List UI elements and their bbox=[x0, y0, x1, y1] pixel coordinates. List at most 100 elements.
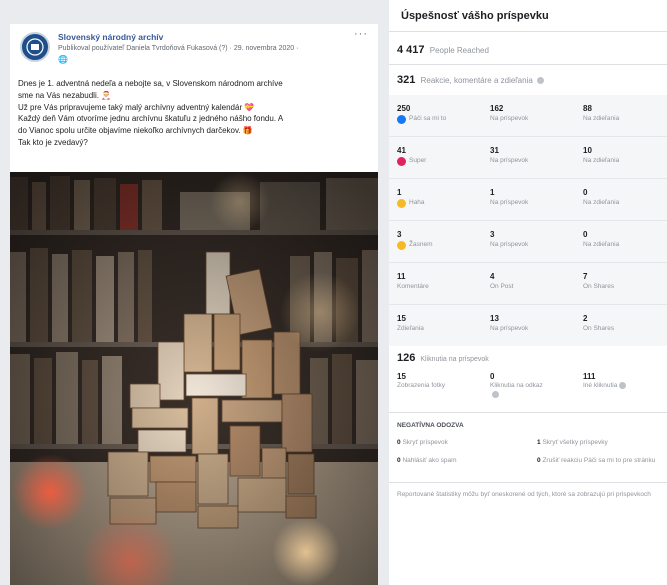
globe-icon: 🌐 bbox=[58, 55, 68, 64]
grid-cell: 31 Na príspevok bbox=[482, 137, 574, 178]
cell-value: 88 bbox=[583, 104, 592, 113]
other-clicks-label-text: Iné kliknutia bbox=[583, 382, 618, 389]
photo-views-value: 15 bbox=[397, 372, 406, 381]
info-icon[interactable] bbox=[619, 381, 627, 389]
cell-label: Žasnem bbox=[397, 240, 481, 250]
unlike-page-label: Zrušiť reakciu Páči sa mi to pre stránku bbox=[542, 457, 656, 464]
people-reached: 4 417 People Reached bbox=[397, 44, 489, 56]
post-text-line: Tak kto je zvedavý? bbox=[18, 137, 88, 147]
cell-label: Na zdieľania bbox=[583, 115, 620, 122]
facebook-post-insights: Slovenský národný archív Publikoval použ… bbox=[0, 0, 667, 585]
hide-all-posts: 1 Skryť všetky príspevky bbox=[537, 438, 608, 447]
grid-cell-comments: 11 Komentáre bbox=[389, 263, 481, 304]
grid-cell: 1 Na príspevok bbox=[482, 179, 574, 220]
hide-post-value: 0 bbox=[397, 439, 401, 446]
report-spam-value: 0 bbox=[397, 457, 401, 464]
cell-value: 0 bbox=[583, 230, 588, 239]
post-text-line: sme na Vás nezabudli. 🎅 bbox=[18, 90, 112, 100]
cell-value: 0 bbox=[583, 188, 588, 197]
hide-post: 0 Skryť príspevok bbox=[397, 438, 448, 447]
unlike-page-value: 0 bbox=[537, 457, 541, 464]
negative-feedback-title: NEGATÍVNA ODOZVA bbox=[397, 422, 464, 429]
love-icon bbox=[397, 156, 406, 166]
info-icon[interactable] bbox=[537, 77, 544, 85]
panel-title: Úspešnosť vášho príspevku bbox=[401, 10, 549, 22]
grid-cell: 10 Na zdieľania bbox=[575, 137, 667, 178]
cell-label: Na príspevok bbox=[490, 115, 529, 122]
cell-value: 10 bbox=[583, 146, 592, 155]
archive-boxes-photo bbox=[10, 172, 378, 585]
cell-label: Haha bbox=[397, 198, 481, 208]
cell-value: 250 bbox=[397, 104, 411, 113]
cell-value: 41 bbox=[397, 146, 406, 155]
cell-label: On Post bbox=[490, 283, 514, 290]
cell-label-text: Páči sa mi to bbox=[409, 115, 447, 122]
report-spam-label: Nahlásiť ako spam bbox=[402, 457, 457, 464]
post-meta: Publikoval používateľ Daniela Tvrdoňová … bbox=[58, 45, 299, 52]
post-clicks-label: Kliknutia na príspevok bbox=[420, 356, 489, 363]
cell-label-text: Haha bbox=[409, 199, 425, 206]
report-spam: 0 Nahlásiť ako spam bbox=[397, 456, 457, 465]
grid-cell-like: 250 Páči sa mi to bbox=[389, 95, 481, 136]
post-card: Slovenský národný archív Publikoval použ… bbox=[10, 24, 378, 585]
cell-value: 15 bbox=[397, 314, 406, 323]
cell-label: Zdieľania bbox=[397, 325, 424, 332]
post-insights-panel: Úspešnosť vášho príspevku 4 417 People R… bbox=[389, 0, 667, 585]
grid-cell: 3 Na príspevok bbox=[482, 221, 574, 262]
cell-label-text: Žasnem bbox=[409, 241, 433, 248]
cell-value: 162 bbox=[490, 104, 504, 113]
page-name-link[interactable]: Slovenský národný archív bbox=[58, 32, 163, 42]
link-clicks-value: 0 bbox=[490, 372, 495, 381]
hide-all-posts-value: 1 bbox=[537, 439, 541, 446]
grid-cell: 7 On Shares bbox=[575, 263, 667, 304]
post-text-line: Každý deň Vám otvoríme jednu archívnu šk… bbox=[18, 114, 284, 124]
photo-views-label: Zobrazenia fotky bbox=[397, 382, 446, 389]
divider bbox=[389, 64, 667, 65]
haha-icon bbox=[397, 198, 406, 208]
divider bbox=[389, 482, 667, 483]
cell-value: 31 bbox=[490, 146, 499, 155]
cell-label: Komentáre bbox=[397, 283, 429, 290]
grid-cell: 2 On Shares bbox=[575, 305, 667, 346]
post-photo[interactable] bbox=[10, 172, 378, 585]
grid-cell: 0 Na zdieľania bbox=[575, 221, 667, 262]
cell-value: 7 bbox=[583, 272, 588, 281]
divider bbox=[389, 31, 667, 32]
cell-label: Na zdieľania bbox=[583, 199, 620, 206]
cell-value: 3 bbox=[397, 230, 402, 239]
grid-cell: 4 On Post bbox=[482, 263, 574, 304]
other-clicks-value: 111 bbox=[583, 372, 596, 381]
cell-label: On Shares bbox=[583, 283, 615, 290]
link-clicks-label-text: Kliknutia na odkaz bbox=[490, 382, 543, 389]
grid-cell-wow: 3 Žasnem bbox=[389, 221, 481, 262]
cell-label: Super bbox=[397, 156, 481, 166]
like-icon bbox=[397, 114, 406, 124]
other-clicks-label: Iné kliknutia bbox=[583, 381, 627, 390]
grid-cell: 0 Na zdieľania bbox=[575, 179, 667, 220]
grid-cell-love: 41 Super bbox=[389, 137, 481, 178]
post-text-line: Dnes je 1. adventná nedeľa a nebojte sa,… bbox=[18, 79, 283, 88]
cell-label: Na zdieľania bbox=[583, 157, 620, 164]
cell-label: Páči sa mi to bbox=[397, 114, 481, 124]
post-clicks-value: 126 bbox=[397, 352, 416, 364]
cell-value: 1 bbox=[397, 188, 402, 197]
cell-value: 1 bbox=[490, 188, 495, 197]
archive-logo-icon bbox=[26, 38, 44, 56]
cell-value: 4 bbox=[490, 272, 495, 281]
reactions-summary: 321 Reakcie, komentáre a zdieľania bbox=[397, 74, 544, 86]
more-options-icon[interactable]: ··· bbox=[354, 28, 368, 40]
info-icon[interactable] bbox=[492, 390, 499, 398]
cell-label: Na príspevok bbox=[490, 199, 529, 206]
post-text: Dnes je 1. adventná nedeľa a nebojte sa,… bbox=[18, 78, 372, 149]
people-reached-value: 4 417 bbox=[397, 44, 425, 56]
grid-cell-shares: 15 Zdieľania bbox=[389, 305, 481, 346]
reactions-grid: 250 Páči sa mi to 162 Na príspevok 88 Na… bbox=[389, 95, 667, 346]
cell-value: 3 bbox=[490, 230, 495, 239]
cell-value: 2 bbox=[583, 314, 588, 323]
page-avatar[interactable] bbox=[20, 32, 50, 62]
cell-label: Na príspevok bbox=[490, 241, 529, 248]
grid-cell: 13 Na príspevok bbox=[482, 305, 574, 346]
grid-cell: 162 Na príspevok bbox=[482, 95, 574, 136]
cell-label: Na príspevok bbox=[490, 325, 529, 332]
cell-value: 11 bbox=[397, 272, 406, 281]
